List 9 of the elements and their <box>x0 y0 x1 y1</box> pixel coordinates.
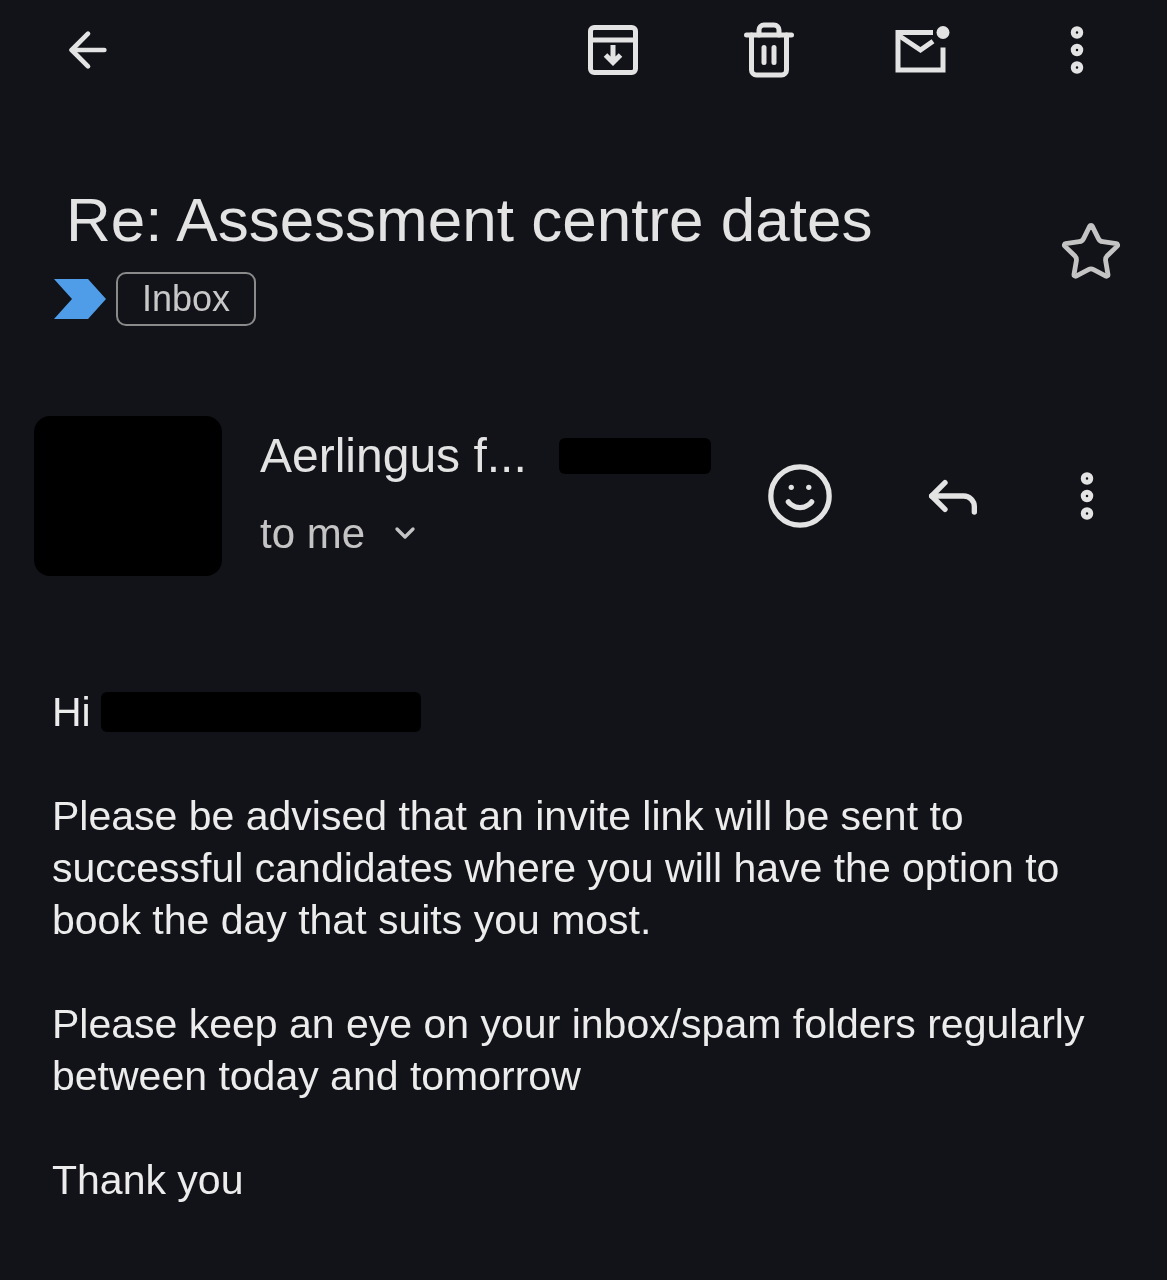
label-chip[interactable]: Inbox <box>116 272 257 326</box>
body-paragraph: Please keep an eye on your inbox/spam folders regularly between today and tomorrow <box>52 1000 1086 1101</box>
recipient-text[interactable]: to me <box>260 501 366 565</box>
greeting-text: Hi <box>52 688 91 737</box>
body-paragraph: Thank you <box>52 1156 245 1205</box>
body-paragraph: Please be advised that an invite link will be sent to successful candidates where you will have the option to book the day that suits you most. <box>52 792 1061 945</box>
sender-name: Aerlingus f... <box>260 427 527 484</box>
emoji-reaction-icon[interactable] <box>765 461 835 531</box>
email-subject: Re: Assessment centre dates <box>66 184 874 256</box>
